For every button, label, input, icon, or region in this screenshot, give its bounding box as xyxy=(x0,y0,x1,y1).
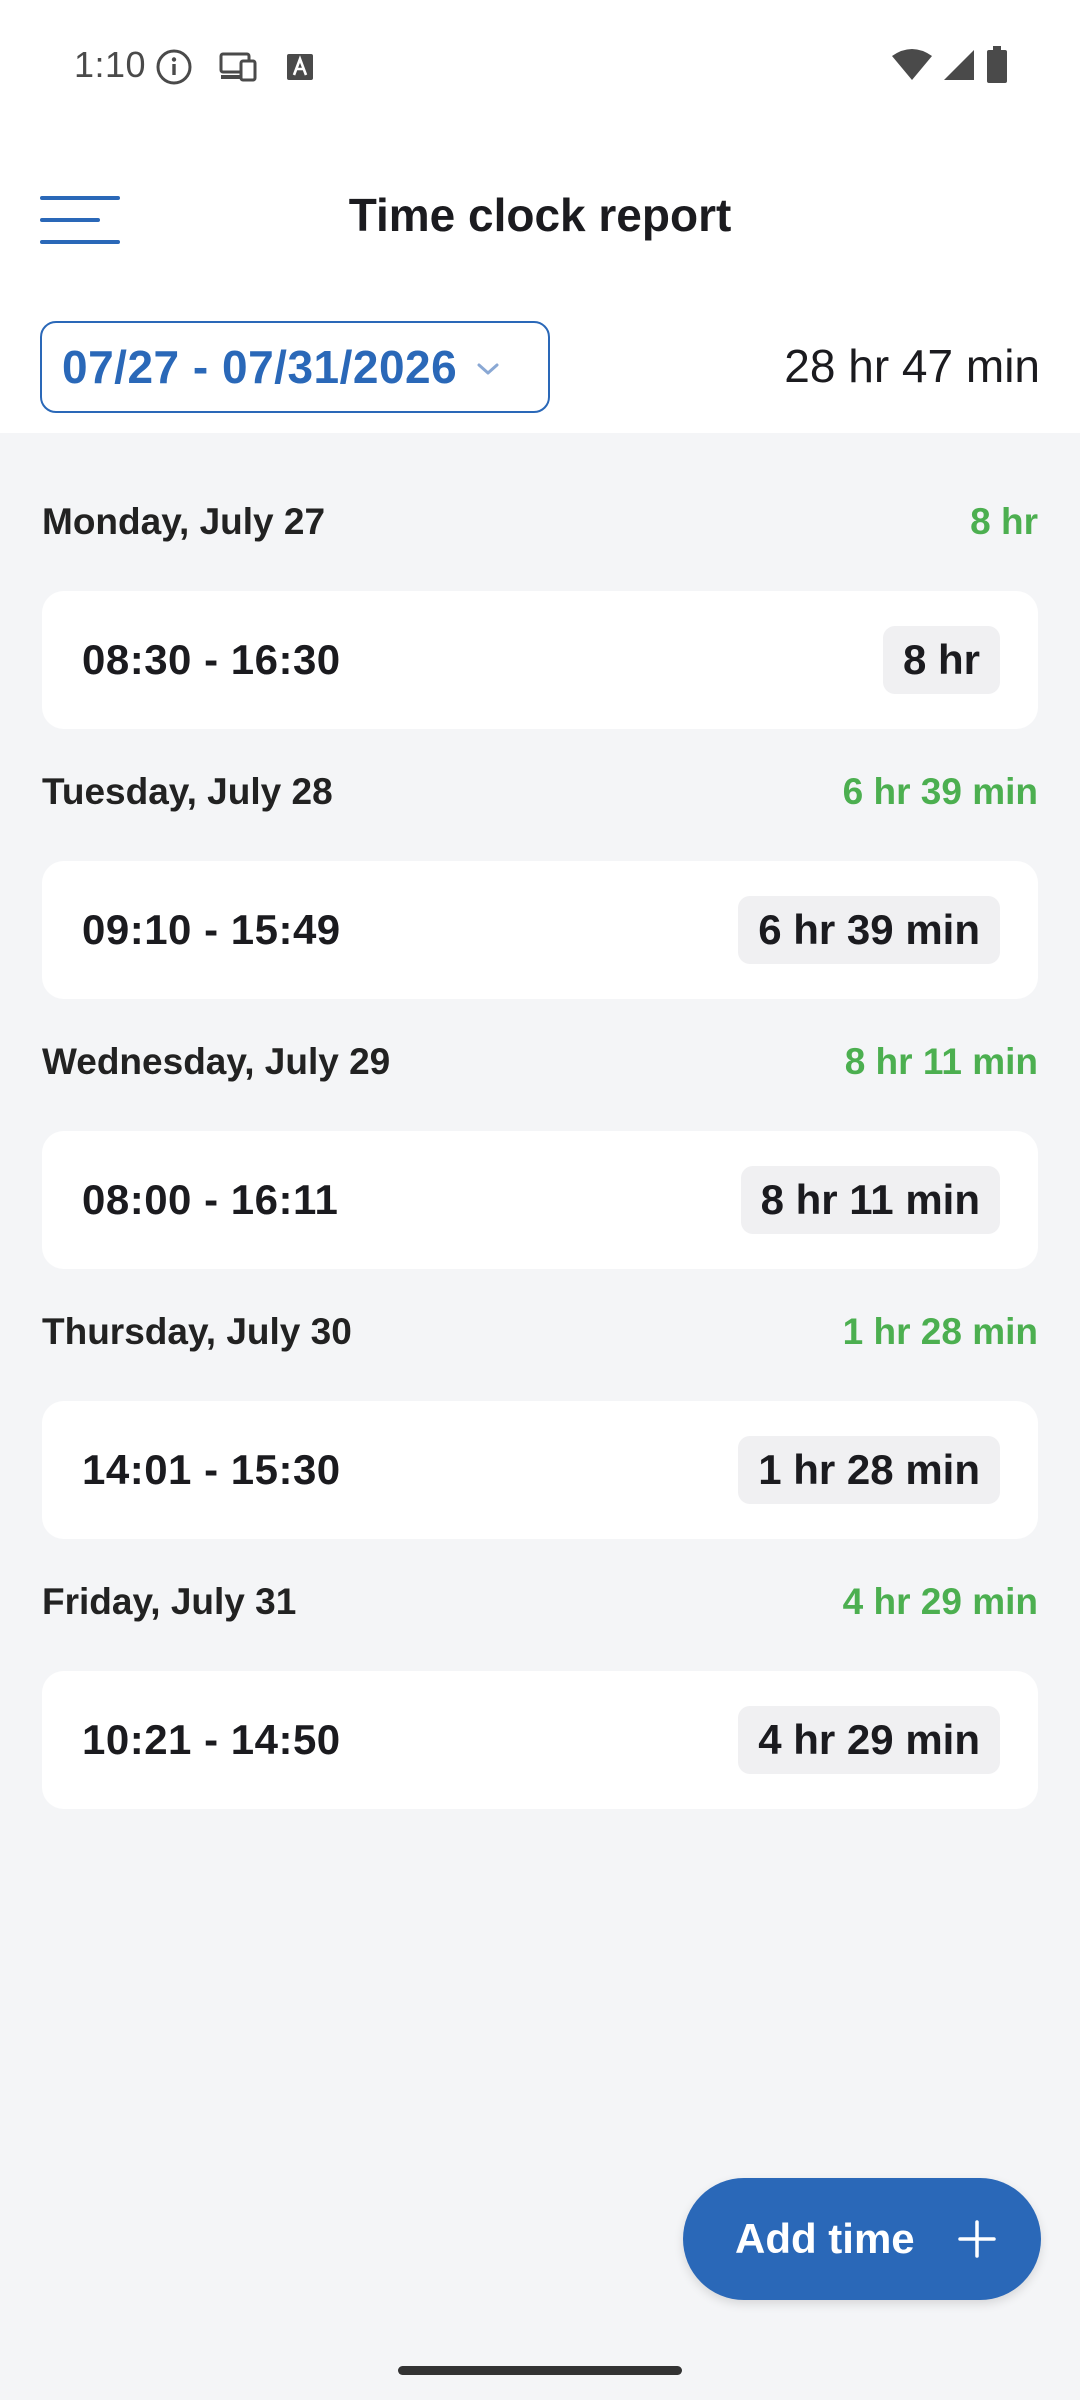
entry-time-range: 10:21 - 14:50 xyxy=(82,1716,341,1763)
day-group: Friday, July 31 4 hr 29 min 10:21 - 14:5… xyxy=(0,1513,1080,1809)
plus-icon xyxy=(957,2220,996,2258)
status-bar: 1:10 xyxy=(0,0,1080,130)
day-total: 8 hr xyxy=(970,501,1038,542)
info-icon xyxy=(156,49,192,85)
time-entry-card[interactable]: 10:21 - 14:50 4 hr 29 min xyxy=(42,1671,1038,1809)
entry-duration-badge: 8 hr 11 min xyxy=(740,1166,1000,1234)
add-time-button[interactable]: Add time xyxy=(683,2178,1041,2300)
date-range-label: 07/27 - 07/31/2026 xyxy=(62,341,458,393)
day-header: Monday, July 27 8 hr xyxy=(42,501,1038,543)
day-label: Thursday, July 30 xyxy=(42,1311,352,1352)
page-title: Time clock report xyxy=(348,189,732,241)
day-group: Wednesday, July 29 8 hr 11 min 08:00 - 1… xyxy=(0,973,1080,1269)
status-time: 1:10 xyxy=(74,44,147,85)
entry-time-range: 08:30 - 16:30 xyxy=(82,636,341,683)
day-total: 4 hr 29 min xyxy=(842,1581,1038,1622)
day-header: Wednesday, July 29 8 hr 11 min xyxy=(42,1041,1038,1083)
entry-time-range: 14:01 - 15:30 xyxy=(82,1446,341,1493)
entry-time-range: 08:00 - 16:11 xyxy=(82,1176,339,1223)
day-label: Friday, July 31 xyxy=(42,1581,297,1622)
wifi-icon xyxy=(892,49,932,80)
entry-duration-badge: 6 hr 39 min xyxy=(738,896,1000,964)
entry-duration-badge: 8 hr xyxy=(882,626,1000,694)
total-time: 28 hr 47 min xyxy=(784,340,1040,392)
day-list: Monday, July 27 8 hr 08:30 - 16:30 8 hr … xyxy=(0,433,1080,1809)
screen: 1:10 Time clock report 07/27 - 07/31/202… xyxy=(0,0,1080,2400)
app-bar: Time clock report xyxy=(0,130,1080,305)
day-group: Thursday, July 30 1 hr 28 min 14:01 - 15… xyxy=(0,1243,1080,1539)
chevron-down-icon xyxy=(477,363,499,375)
day-header: Tuesday, July 28 6 hr 39 min xyxy=(42,771,1038,813)
day-group: Tuesday, July 28 6 hr 39 min 09:10 - 15:… xyxy=(0,703,1080,999)
devices-icon xyxy=(219,52,257,82)
entry-duration-badge: 4 hr 29 min xyxy=(738,1706,1000,1774)
status-icons-right xyxy=(892,46,1008,84)
entry-duration-badge: 1 hr 28 min xyxy=(738,1436,1000,1504)
text-a-icon xyxy=(287,54,313,80)
date-range-row: 07/27 - 07/31/2026 28 hr 47 min xyxy=(0,305,1080,433)
home-indicator[interactable] xyxy=(398,2366,682,2375)
day-total: 6 hr 39 min xyxy=(842,771,1038,812)
day-header: Thursday, July 30 1 hr 28 min xyxy=(42,1311,1038,1353)
battery-icon xyxy=(987,46,1007,83)
day-total: 1 hr 28 min xyxy=(842,1311,1038,1352)
signal-icon xyxy=(944,50,974,80)
day-header: Friday, July 31 4 hr 29 min xyxy=(42,1581,1038,1623)
date-range-selector[interactable]: 07/27 - 07/31/2026 xyxy=(40,321,550,413)
day-label: Wednesday, July 29 xyxy=(42,1041,391,1082)
status-icons-left xyxy=(155,48,315,86)
day-label: Monday, July 27 xyxy=(42,501,326,542)
day-group: Monday, July 27 8 hr 08:30 - 16:30 8 hr xyxy=(0,433,1080,729)
day-label: Tuesday, July 28 xyxy=(42,771,333,812)
day-total: 8 hr 11 min xyxy=(844,1041,1038,1082)
entry-time-range: 09:10 - 15:49 xyxy=(82,906,341,953)
add-time-label: Add time xyxy=(735,2215,915,2262)
